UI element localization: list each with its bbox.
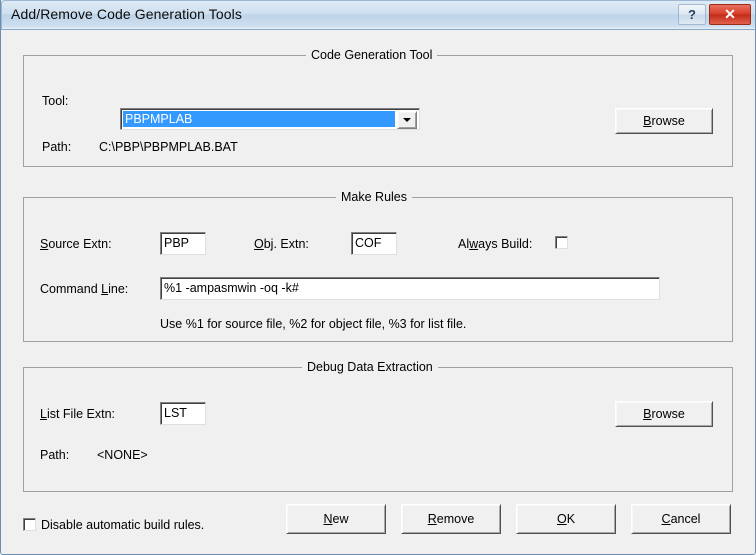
remove-button[interactable]: Remove: [401, 504, 501, 534]
disable-auto-build-checkbox[interactable]: [23, 518, 36, 531]
browse-list-file-accel: B: [643, 402, 651, 427]
close-icon: ✕: [724, 6, 736, 22]
command-line-label-post: ine:: [108, 282, 128, 296]
browse-tool-label: rowse: [652, 109, 685, 134]
always-build-label-post: ays Build:: [478, 237, 532, 251]
help-button[interactable]: ?: [678, 4, 706, 25]
tool-path-value: C:\PBP\PBPMPLAB.BAT: [99, 140, 238, 154]
remove-button-accel: R: [428, 505, 437, 534]
always-build-label-pre: Al: [458, 237, 469, 251]
ok-button-accel: O: [557, 505, 567, 534]
tool-combobox-value: PBPMPLAB: [123, 111, 395, 127]
group-label-code-generation-tool: Code Generation Tool: [306, 48, 437, 62]
cancel-button[interactable]: Cancel: [631, 504, 731, 534]
new-button-accel: N: [323, 505, 332, 534]
tool-combobox[interactable]: PBPMPLAB: [120, 108, 420, 130]
dialog-window: Add/Remove Code Generation Tools ? ✕ Cod…: [0, 0, 756, 555]
source-extn-label: Source Extn:: [40, 237, 112, 251]
browse-list-file-button[interactable]: Browse: [615, 401, 713, 427]
obj-extn-label-text: bj. Extn:: [264, 237, 309, 251]
remove-button-label: emove: [437, 505, 475, 534]
cancel-button-accel: C: [662, 505, 671, 534]
group-label-make-rules: Make Rules: [336, 190, 412, 204]
list-file-extn-label-text: ist File Extn:: [47, 407, 115, 421]
question-mark-icon: ?: [688, 7, 696, 22]
source-extn-input[interactable]: PBP: [160, 232, 206, 255]
obj-extn-label: Obj. Extn:: [254, 237, 309, 251]
command-line-label-pre: Command: [40, 282, 101, 296]
list-file-extn-label: List File Extn:: [40, 407, 115, 421]
new-button[interactable]: New: [286, 504, 386, 534]
group-code-generation-tool: Code Generation Tool Tool: PBPMPLAB Path…: [23, 55, 733, 167]
command-line-label: Command Line:: [40, 282, 128, 296]
window-title: Add/Remove Code Generation Tools: [11, 6, 242, 22]
tool-label: Tool:: [42, 94, 68, 108]
ok-button-label: K: [567, 505, 575, 534]
obj-extn-input[interactable]: COF: [351, 232, 397, 255]
browse-list-file-label: rowse: [652, 402, 685, 427]
debug-path-label: Path:: [40, 448, 69, 462]
group-debug-data-extraction: Debug Data Extraction List File Extn: LS…: [23, 367, 733, 492]
new-button-label: ew: [333, 505, 349, 534]
chevron-down-icon[interactable]: [397, 111, 417, 129]
ok-button[interactable]: OK: [516, 504, 616, 534]
browse-tool-button[interactable]: Browse: [615, 108, 713, 134]
source-extn-label-text: ource Extn:: [48, 237, 111, 251]
command-line-input[interactable]: %1 -ampasmwin -oq -k#: [160, 277, 660, 300]
browse-tool-accel: B: [643, 109, 651, 134]
list-file-extn-accel: L: [40, 407, 47, 421]
group-label-debug-data-extraction: Debug Data Extraction: [302, 360, 438, 374]
dialog-client-area: Code Generation Tool Tool: PBPMPLAB Path…: [1, 30, 755, 553]
command-line-hint: Use %1 for source file, %2 for object fi…: [160, 317, 466, 331]
group-make-rules: Make Rules Source Extn: PBP Obj. Extn: C…: [23, 197, 733, 342]
disable-auto-build-label: Disable automatic build rules.: [41, 518, 204, 532]
always-build-label: Always Build:: [458, 237, 532, 251]
title-bar[interactable]: Add/Remove Code Generation Tools ? ✕: [1, 0, 756, 30]
list-file-extn-input[interactable]: LST: [160, 402, 206, 425]
obj-extn-accel: O: [254, 237, 264, 251]
always-build-accel: w: [469, 237, 478, 251]
always-build-checkbox[interactable]: [555, 236, 568, 249]
cancel-button-label: ancel: [671, 505, 701, 534]
debug-path-value: <NONE>: [97, 448, 148, 462]
tool-path-label: Path:: [42, 140, 71, 154]
close-button[interactable]: ✕: [709, 4, 751, 25]
